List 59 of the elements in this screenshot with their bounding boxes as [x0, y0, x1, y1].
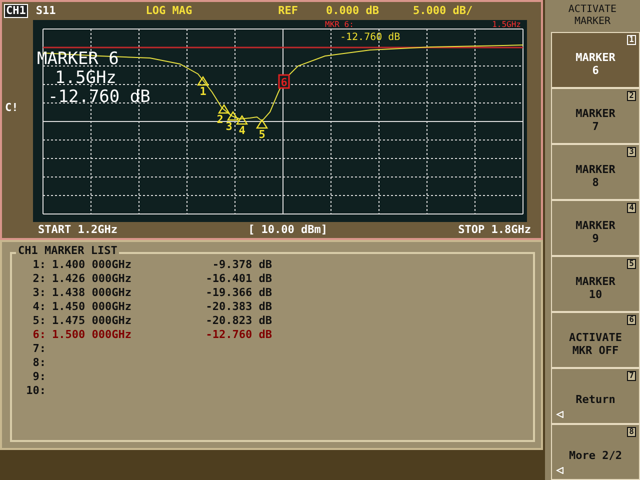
- softkey-button[interactable]: MARKER 10 5: [551, 256, 640, 312]
- parameter-label: S11: [36, 2, 56, 19]
- marker-index: 3:: [32, 286, 46, 300]
- softkey-number: 5: [627, 259, 636, 269]
- stop-frequency: STOP 1.8GHz: [458, 222, 531, 238]
- marker-index: 5:: [32, 314, 46, 328]
- marker-frequency: 1.400 000GHz: [51, 258, 132, 272]
- marker-frequency: 1.5GHz: [55, 68, 116, 88]
- marker-value: -16.401 dB: [204, 272, 272, 286]
- marker-index: 4:: [32, 300, 46, 314]
- softkey-button[interactable]: MARKER 7 2: [551, 88, 640, 144]
- marker-index: 10:: [25, 384, 46, 398]
- marker-index: 9:: [32, 370, 46, 384]
- marker-value: -20.823 dB: [204, 314, 272, 328]
- softkey-number: 8: [627, 427, 636, 437]
- softkey-button[interactable]: MARKER 6 1: [551, 32, 640, 88]
- softkey-number: 1: [627, 35, 636, 45]
- marker-number: 4: [238, 124, 246, 137]
- format-label: LOG MAG: [146, 2, 192, 19]
- marker-value: -20.383 dB: [204, 300, 272, 314]
- softkey-button[interactable]: MARKER 9 4: [551, 200, 640, 256]
- softkey-number: 2: [627, 91, 636, 101]
- channel-label: CH1: [4, 4, 28, 18]
- scale-value: 5.000 dB/: [412, 2, 473, 19]
- marker-frequency: 1.500 000GHz: [51, 328, 132, 342]
- marker-number: 3: [226, 120, 232, 133]
- start-frequency: START 1.2GHz: [38, 222, 118, 238]
- marker-readout-frequency: 1.5GHz: [492, 20, 521, 29]
- marker-value: -12.760 dB: [48, 87, 150, 107]
- marker-number: 1: [200, 85, 206, 98]
- marker-frequency: 1.450 000GHz: [51, 300, 132, 314]
- softkey-button[interactable]: ACTIVATE MKR OFF 6: [551, 312, 640, 368]
- marker-index: 2:: [32, 272, 46, 286]
- softkey-number: 3: [627, 147, 636, 157]
- softkey-button[interactable]: More 2/2 8: [551, 424, 640, 480]
- source-power: [ 10.00 dBm]: [248, 222, 328, 238]
- marker-value: -19.366 dB: [204, 286, 272, 300]
- active-marker: 6: [278, 74, 290, 89]
- marker-readout-label: MKR 6:: [325, 20, 354, 29]
- softkey-number: 6: [627, 315, 636, 325]
- marker-index: 8:: [32, 356, 46, 370]
- marker-frequency: 1.475 000GHz: [51, 314, 132, 328]
- marker-readout-value: -12.760 dB: [340, 32, 400, 43]
- softkey-number: 7: [627, 371, 636, 381]
- ref-value: 0.000 dB: [326, 2, 379, 19]
- marker-value: -9.378 dB: [211, 258, 272, 272]
- marker-value: -12.760 dB: [204, 328, 272, 342]
- menu-title: ACTIVATE MARKER: [567, 3, 618, 29]
- status-text: C!: [4, 100, 20, 116]
- marker-frequency: 1.426 000GHz: [51, 272, 132, 286]
- marker-frequency: 1.438 000GHz: [51, 286, 132, 300]
- marker-index: 6:: [32, 328, 46, 342]
- marker-index: 1:: [32, 258, 46, 272]
- ref-label: REF: [278, 2, 298, 19]
- marker-index: 7:: [32, 342, 46, 356]
- softkey-button[interactable]: MARKER 8 3: [551, 144, 640, 200]
- marker-number: 5: [258, 128, 266, 141]
- softkey-number: 4: [627, 203, 636, 213]
- softkey-button[interactable]: Return 7: [551, 368, 640, 424]
